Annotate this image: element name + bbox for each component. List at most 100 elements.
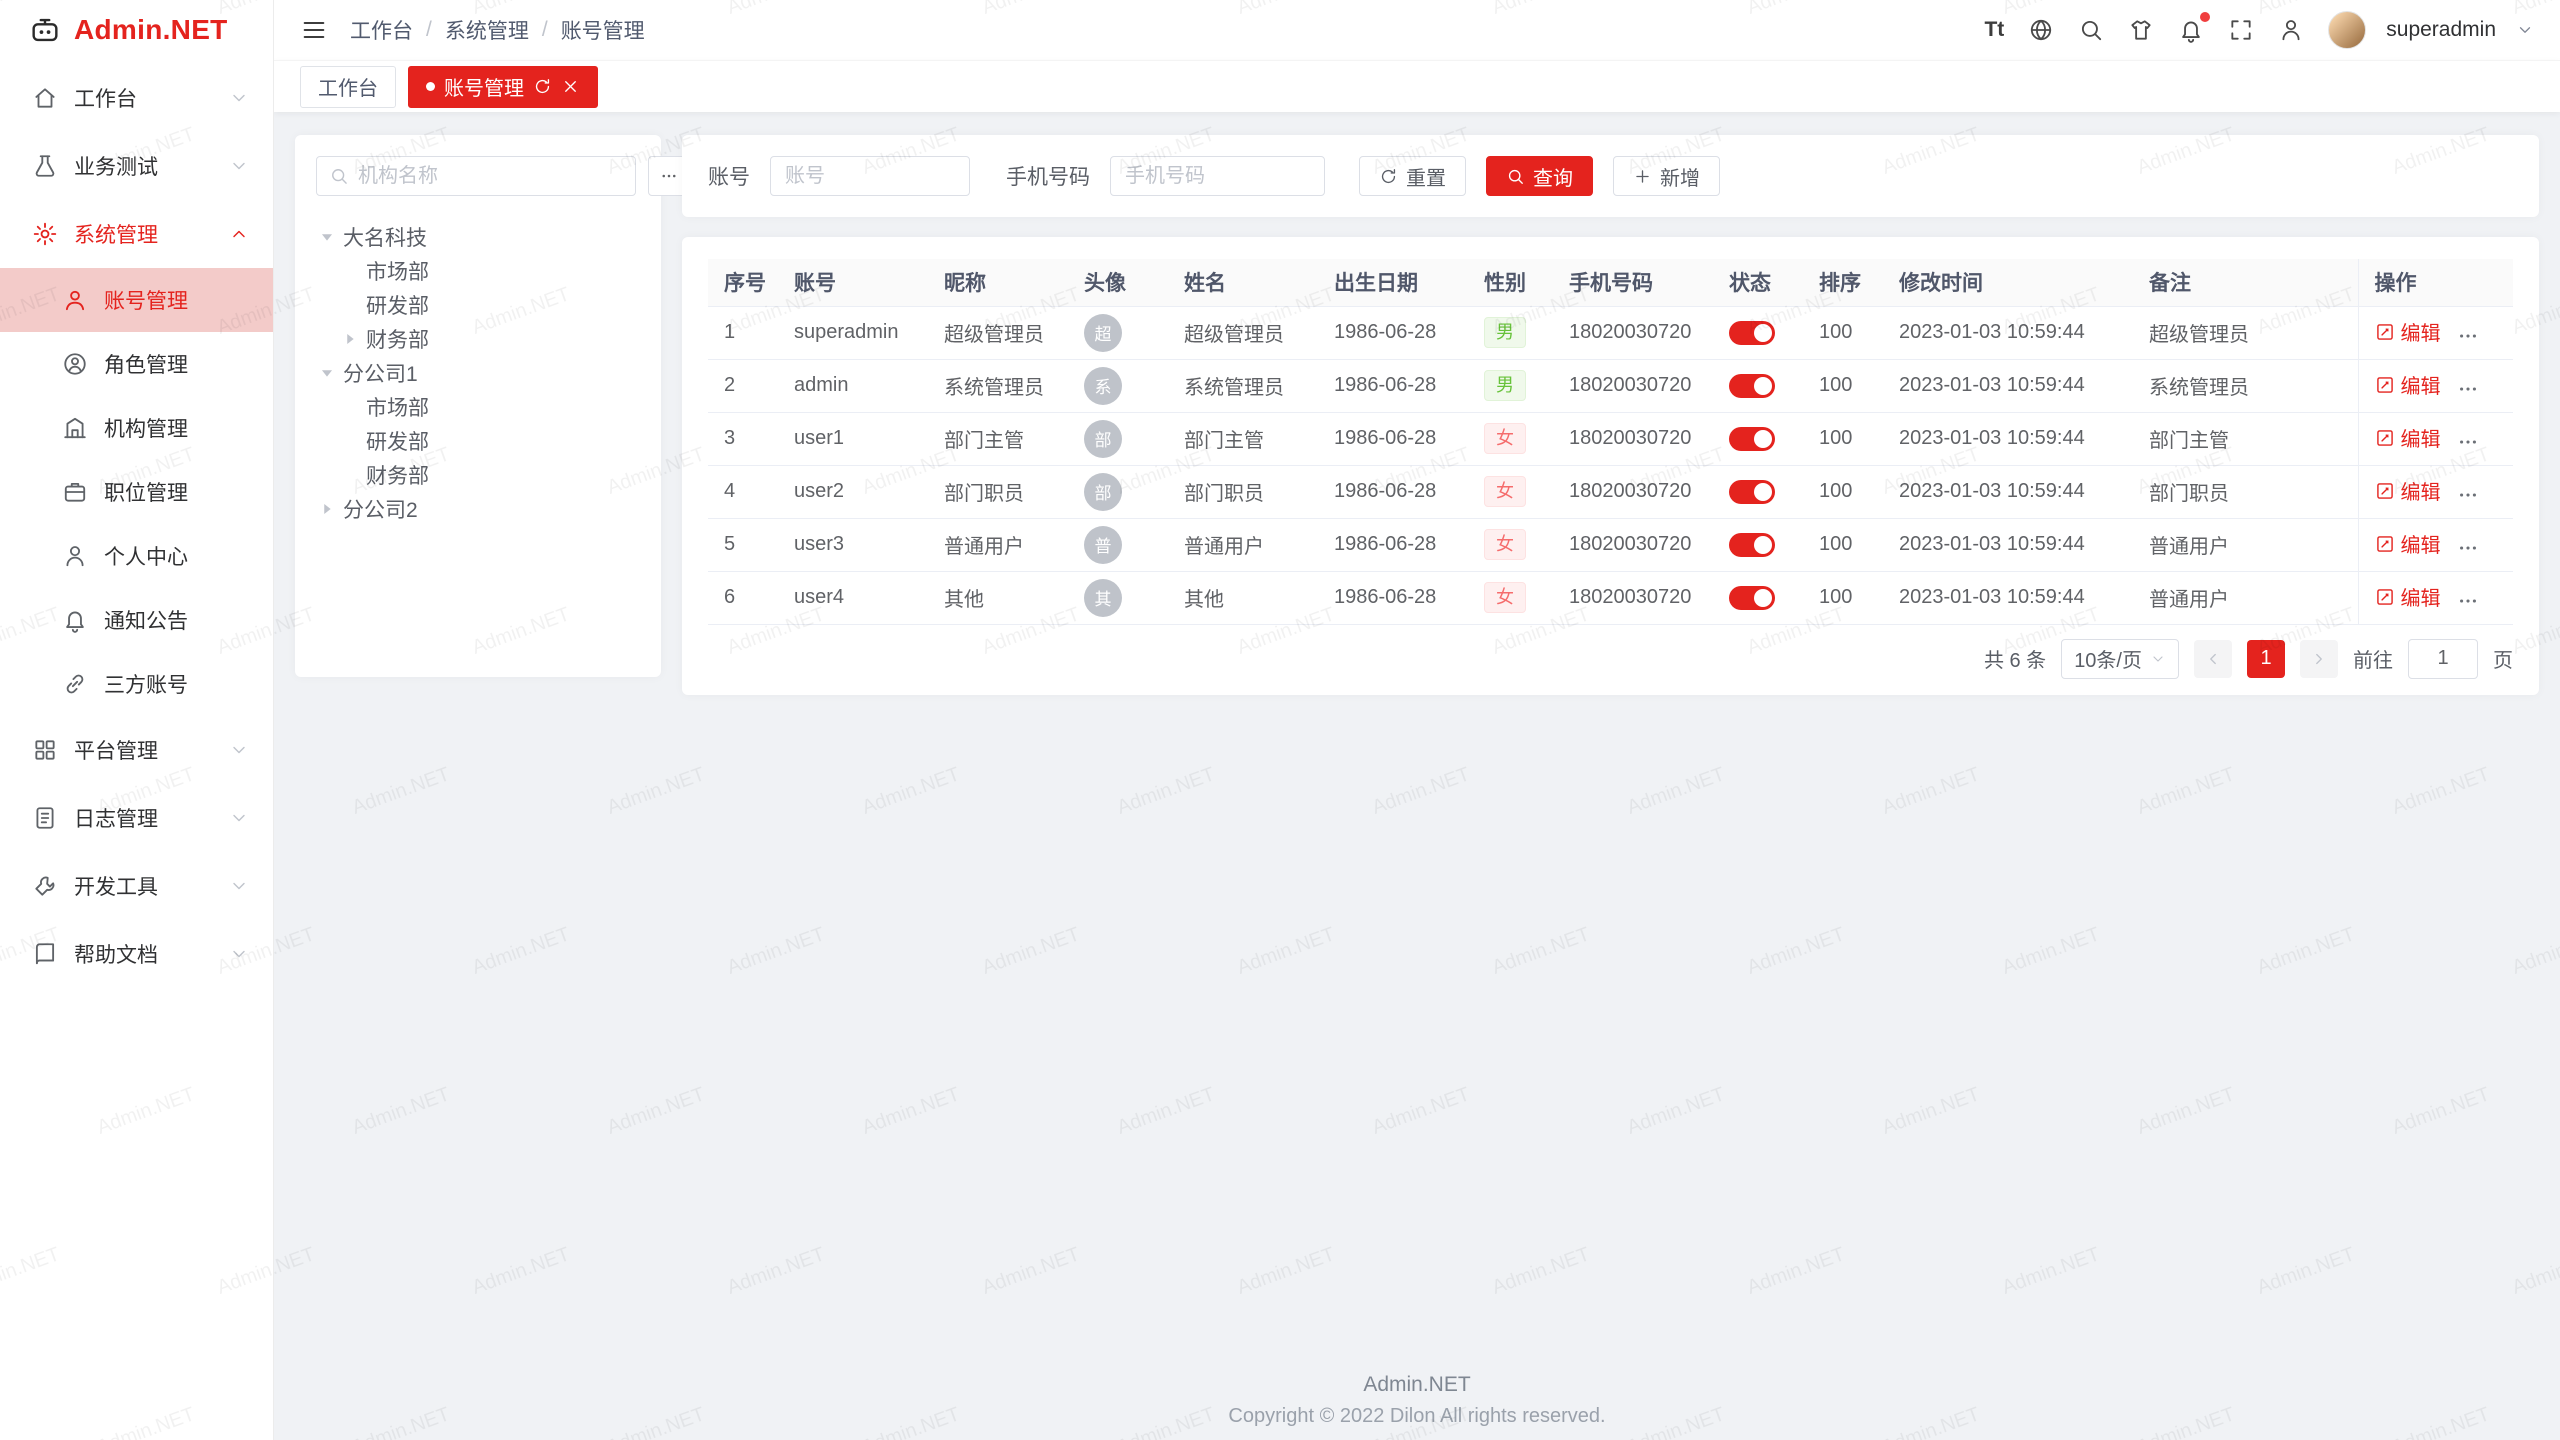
goto-page-input[interactable] (2408, 639, 2478, 679)
org-search-input[interactable] (358, 165, 623, 188)
page-footer: Admin.NET Copyright © 2022 Dilon All rig… (274, 1373, 2560, 1428)
tree-node[interactable]: 财务部 (339, 322, 640, 356)
breadcrumb-item[interactable]: 系统管理 (445, 15, 529, 45)
table-row: 5user3普通用户普普通用户1986-06-28女18020030720100… (708, 518, 2513, 571)
refresh-icon[interactable] (533, 77, 552, 96)
sidebar-item-system-mgmt[interactable]: 系统管理 (0, 200, 273, 268)
cell-remark: 超级管理员 (2133, 306, 2358, 359)
filter-bar: 账号 手机号码 重置 查询 新增 (682, 135, 2539, 217)
add-button[interactable]: 新增 (1613, 156, 1720, 196)
caret-down-icon[interactable] (316, 362, 338, 384)
row-more-button[interactable] (2457, 431, 2479, 453)
cell-modified: 2023-01-03 10:59:44 (1883, 359, 2133, 412)
language-icon[interactable] (2028, 17, 2054, 43)
user-avatar[interactable] (2328, 11, 2366, 49)
sidebar-subitem-org-mgmt[interactable]: 机构管理 (0, 396, 273, 460)
sidebar-subitem-notice[interactable]: 通知公告 (0, 588, 273, 652)
cell-nickname: 系统管理员 (928, 359, 1068, 412)
edit-button[interactable]: 编辑 (2375, 370, 2441, 399)
status-toggle[interactable] (1729, 586, 1775, 610)
reset-button[interactable]: 重置 (1359, 156, 1466, 196)
edit-button[interactable]: 编辑 (2375, 423, 2441, 452)
caret-right-icon[interactable] (316, 498, 338, 520)
row-more-button[interactable] (2457, 590, 2479, 612)
sidebar-subitem-label: 三方账号 (104, 669, 188, 699)
cell-gender: 男 (1468, 306, 1553, 359)
row-more-button[interactable] (2457, 325, 2479, 347)
status-toggle[interactable] (1729, 480, 1775, 504)
current-page-button[interactable]: 1 (2247, 640, 2285, 678)
caret-placeholder (339, 260, 361, 282)
tab-workbench[interactable]: 工作台 (300, 66, 396, 108)
cell-no: 4 (708, 465, 778, 518)
tree-node[interactable]: 市场部 (339, 254, 640, 288)
next-page-button[interactable] (2300, 640, 2338, 678)
close-icon[interactable] (561, 77, 580, 96)
goto-label: 前往 (2353, 644, 2393, 673)
edit-button[interactable]: 编辑 (2375, 529, 2441, 558)
tabs-bar: 工作台 账号管理 (274, 60, 2560, 112)
breadcrumb-item[interactable]: 账号管理 (561, 15, 645, 45)
edit-icon (2375, 322, 2395, 342)
tree-node[interactable]: 大名科技 (316, 220, 640, 254)
edit-button[interactable]: 编辑 (2375, 317, 2441, 346)
edit-button[interactable]: 编辑 (2375, 476, 2441, 505)
sidebar-subitem-label: 个人中心 (104, 541, 188, 571)
fullscreen-icon[interactable] (2228, 17, 2254, 43)
tab-account-mgmt[interactable]: 账号管理 (408, 66, 598, 108)
tree-node[interactable]: 市场部 (339, 390, 640, 424)
org-search-box[interactable] (316, 156, 636, 196)
phone-filter-label: 手机号码 (1006, 161, 1090, 191)
prev-page-button[interactable] (2194, 640, 2232, 678)
status-toggle[interactable] (1729, 374, 1775, 398)
sidebar-item-dev-tools[interactable]: 开发工具 (0, 852, 273, 920)
font-size-icon[interactable]: Tt (1984, 17, 2004, 43)
cell-remark: 普通用户 (2133, 518, 2358, 571)
page-size-value: 10条/页 (2074, 644, 2142, 673)
row-more-button[interactable] (2457, 484, 2479, 506)
cell-actions: 编辑 (2358, 518, 2513, 571)
hamburger-menu-icon[interactable] (300, 16, 328, 44)
cell-gender: 女 (1468, 412, 1553, 465)
cell-account: user1 (778, 412, 928, 465)
notification-icon[interactable] (2178, 17, 2204, 43)
cell-actions: 编辑 (2358, 359, 2513, 412)
row-more-button[interactable] (2457, 378, 2479, 400)
tree-node[interactable]: 研发部 (339, 288, 640, 322)
page-size-select[interactable]: 10条/页 (2061, 639, 2179, 679)
query-button[interactable]: 查询 (1486, 156, 1593, 196)
sidebar-item-log-mgmt[interactable]: 日志管理 (0, 784, 273, 852)
user-menu-chevron-icon[interactable] (2516, 21, 2534, 39)
sidebar-item-platform-mgmt[interactable]: 平台管理 (0, 716, 273, 784)
sidebar-item-business-test[interactable]: 业务测试 (0, 132, 273, 200)
sidebar-item-workbench[interactable]: 工作台 (0, 64, 273, 132)
breadcrumb-item[interactable]: 工作台 (350, 15, 413, 45)
theme-icon[interactable] (2128, 17, 2154, 43)
row-more-button[interactable] (2457, 537, 2479, 559)
sidebar-subitem-third-account[interactable]: 三方账号 (0, 652, 273, 716)
sidebar-subitem-post-mgmt[interactable]: 职位管理 (0, 460, 273, 524)
tab-label: 工作台 (318, 72, 378, 101)
account-icon[interactable] (2278, 17, 2304, 43)
sidebar-subitem-account-mgmt[interactable]: 账号管理 (0, 268, 273, 332)
phone-filter-input[interactable] (1110, 156, 1325, 196)
edit-icon (2375, 375, 2395, 395)
caret-right-icon[interactable] (339, 328, 361, 350)
status-toggle[interactable] (1729, 533, 1775, 557)
search-icon[interactable] (2078, 17, 2104, 43)
tree-node[interactable]: 分公司1 (316, 356, 640, 390)
status-toggle[interactable] (1729, 427, 1775, 451)
sidebar-item-help-docs[interactable]: 帮助文档 (0, 920, 273, 988)
sidebar-subitem-personal-center[interactable]: 个人中心 (0, 524, 273, 588)
cell-birthdate: 1986-06-28 (1318, 359, 1468, 412)
sidebar-subitem-role-mgmt[interactable]: 角色管理 (0, 332, 273, 396)
caret-placeholder (339, 464, 361, 486)
edit-button[interactable]: 编辑 (2375, 582, 2441, 611)
tree-node[interactable]: 研发部 (339, 424, 640, 458)
account-filter-input[interactable] (770, 156, 970, 196)
tree-node[interactable]: 分公司2 (316, 492, 640, 526)
tree-node[interactable]: 财务部 (339, 458, 640, 492)
status-toggle[interactable] (1729, 321, 1775, 345)
user-icon (62, 287, 88, 313)
caret-down-icon[interactable] (316, 226, 338, 248)
